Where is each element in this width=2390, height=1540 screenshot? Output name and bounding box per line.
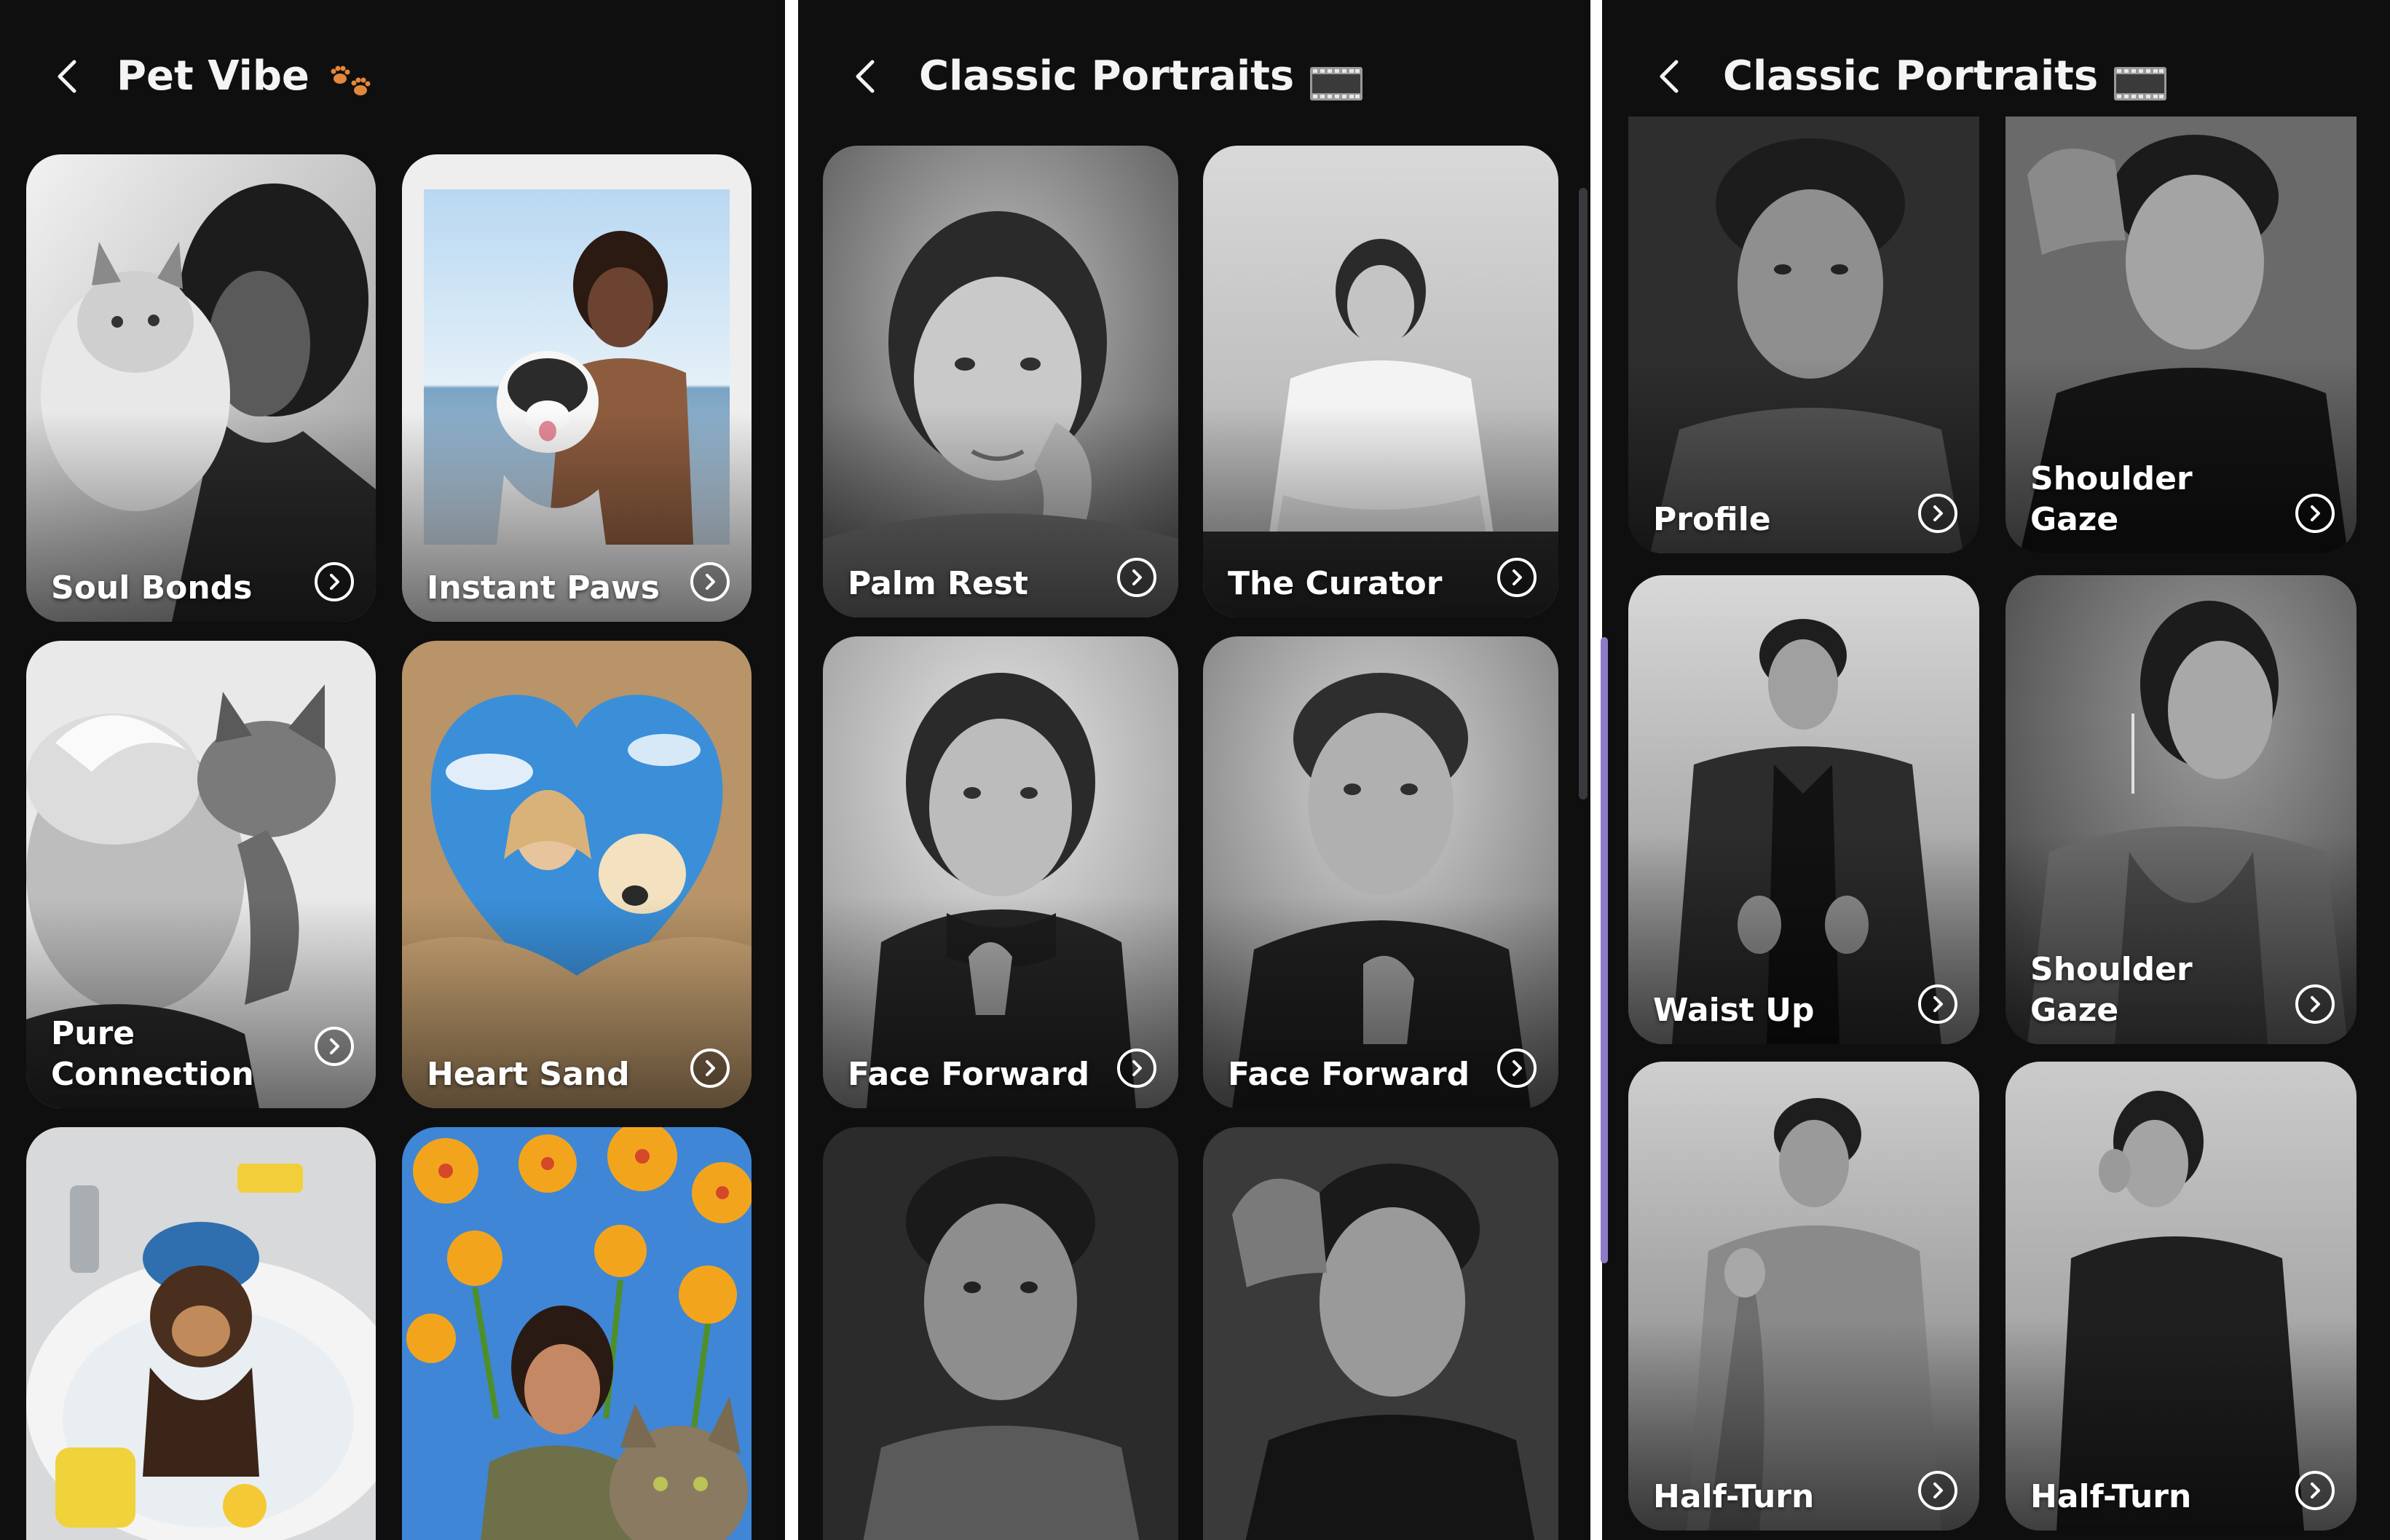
pet-vibe-screen: Pet Vibe Soul Bonds Instant Paws Pure Co… — [0, 0, 785, 1540]
style-card-palm-rest[interactable]: Palm Rest — [823, 146, 1178, 617]
chevron-right-icon[interactable] — [1117, 1049, 1156, 1088]
style-card-face-forward-woman[interactable]: Face Forward — [823, 636, 1178, 1108]
film-strip-icon — [1310, 60, 1363, 100]
scrollbar[interactable] — [1579, 188, 1588, 799]
chevron-right-icon[interactable] — [1918, 984, 1957, 1024]
style-card-heart-sand[interactable]: Heart Sand — [402, 641, 752, 1108]
scrollbar-thumb[interactable] — [1601, 637, 1608, 1263]
chevron-left-icon — [1660, 60, 1679, 93]
page-title-text: Classic Portraits — [919, 52, 1295, 100]
back-button[interactable] — [1650, 56, 1691, 97]
card-label: Instant Paws — [427, 569, 660, 607]
header: Classic Portraits — [1602, 40, 2390, 113]
card-label: Face Forward — [848, 1056, 1090, 1093]
page-title-text: Classic Portraits — [1723, 52, 2099, 100]
style-card-shoulder-gaze-woman[interactable]: Shoulder Gaze — [2006, 575, 2357, 1044]
film-strip-icon — [2114, 60, 2167, 100]
card-label: Palm Rest — [848, 565, 1028, 602]
card-image — [402, 1127, 752, 1540]
style-card-waist-up[interactable]: Waist Up — [1628, 575, 1979, 1044]
style-card-pure-connection[interactable]: Pure Connection — [26, 641, 376, 1108]
classic-portraits-screen-a: Classic Portraits Palm Rest The Curator … — [798, 0, 1590, 1540]
header: Pet Vibe — [0, 40, 785, 113]
card-label: Shoulder Gaze — [2030, 460, 2193, 538]
style-card-half-turn-woman[interactable]: Half-Turn — [2006, 1062, 2357, 1531]
style-card-the-curator[interactable]: The Curator — [1203, 146, 1558, 617]
screenshot-collage: Pet Vibe Soul Bonds Instant Paws Pure Co… — [0, 0, 2390, 1540]
chevron-right-icon[interactable] — [690, 562, 730, 601]
card-label: Half-Turn — [2030, 1478, 2192, 1515]
card-label: Heart Sand — [427, 1056, 630, 1093]
card-image — [823, 1127, 1178, 1540]
card-label: Half-Turn — [1653, 1478, 1815, 1515]
card-image — [26, 1127, 376, 1540]
page-title: Pet Vibe — [117, 49, 376, 104]
card-label: The Curator — [1228, 565, 1443, 602]
card-label: Soul Bonds — [51, 569, 253, 607]
chevron-right-icon[interactable] — [1918, 494, 1957, 533]
chevron-right-icon[interactable] — [2295, 1471, 2335, 1510]
paw-prints-icon — [326, 52, 376, 100]
card-image — [1203, 1127, 1558, 1540]
back-button[interactable] — [846, 56, 887, 97]
chevron-right-icon[interactable] — [2295, 984, 2335, 1024]
style-card-instant-paws[interactable]: Instant Paws — [402, 154, 752, 622]
page-title: Classic Portraits — [1723, 49, 2167, 104]
classic-portraits-screen-b: Classic Portraits Profile Shoulder Gaze … — [1602, 0, 2390, 1540]
chevron-right-icon[interactable] — [1497, 558, 1537, 597]
back-button[interactable] — [48, 56, 89, 97]
chevron-left-icon — [58, 60, 76, 93]
header: Classic Portraits — [798, 40, 1590, 113]
chevron-right-icon[interactable] — [1497, 1049, 1537, 1088]
chevron-right-icon[interactable] — [1117, 558, 1156, 597]
page-title-text: Pet Vibe — [117, 52, 309, 100]
card-label: Profile — [1653, 501, 1771, 538]
chevron-right-icon[interactable] — [690, 1049, 730, 1088]
chevron-left-icon — [856, 60, 875, 93]
style-card-soul-bonds[interactable]: Soul Bonds — [26, 154, 376, 622]
card-label: Waist Up — [1653, 992, 1815, 1029]
style-card-bath-dog[interactable] — [26, 1127, 376, 1540]
card-label: Pure Connection — [51, 1015, 254, 1093]
chevron-right-icon[interactable] — [1918, 1471, 1957, 1510]
style-card-portrait-man-jacket[interactable] — [1203, 1127, 1558, 1540]
style-card-flower-cat[interactable] — [402, 1127, 752, 1540]
chevron-right-icon[interactable] — [2295, 494, 2335, 533]
style-card-half-turn-man[interactable]: Half-Turn — [1628, 1062, 1979, 1531]
chevron-right-icon[interactable] — [315, 1027, 354, 1066]
chevron-right-icon[interactable] — [315, 562, 354, 601]
style-card-shoulder-gaze-man[interactable]: Shoulder Gaze — [2006, 117, 2357, 553]
page-title: Classic Portraits — [919, 49, 1363, 104]
style-card-profile[interactable]: Profile — [1628, 117, 1979, 553]
card-label: Face Forward — [1228, 1056, 1470, 1093]
style-card-face-forward-man[interactable]: Face Forward — [1203, 636, 1558, 1108]
style-card-portrait-man-dark[interactable] — [823, 1127, 1178, 1540]
card-label: Shoulder Gaze — [2030, 951, 2193, 1029]
